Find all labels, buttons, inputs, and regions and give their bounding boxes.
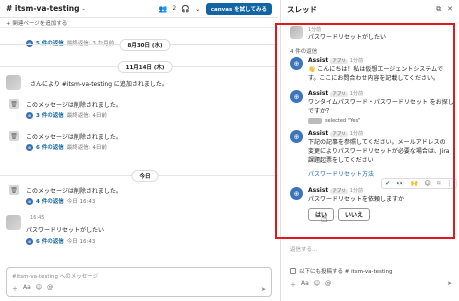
user-name[interactable] [26, 214, 28, 221]
thread-composer[interactable]: 返信する... 以下にも投稿する # itsm-va-testing ＋ Aa … [287, 242, 454, 292]
channel-tools: 👥 2 🎧 ⌄ canvas を試してみる [159, 2, 272, 15]
reply-avatar-icon: ⊕ [26, 143, 33, 151]
canvas-button[interactable]: canvas を試してみる [205, 2, 272, 15]
emoji-icon[interactable]: ☺ [36, 284, 42, 293]
thread-title: スレッド [287, 4, 317, 14]
trash-icon: 🗑 [9, 185, 19, 195]
avatar[interactable] [6, 75, 21, 90]
message-list: ⊕ 5 件の返信 最終返信: 3 か月前 8月30日 (水) 11月14日 (木… [0, 29, 278, 265]
thread-reply-link[interactable]: ⊕ 6 件の返信 最終返信: 4日前 [26, 143, 107, 151]
format-icon[interactable]: Aa [301, 280, 309, 289]
deleted-message: このメッセージは削除されました。 [26, 188, 122, 195]
thread-reply-link[interactable]: ⊕ 5 件の返信 最終返信: 3 か月前 [26, 39, 114, 47]
plus-icon[interactable]: ＋ [12, 284, 18, 293]
plus-icon[interactable]: ＋ [290, 280, 296, 289]
message-composer[interactable]: #itsm-va-testing へのメッセージ ＋ Aa ☺ @ ➤ [6, 267, 272, 297]
message-meta: 16:45 [26, 214, 44, 221]
highlight-box [275, 23, 455, 239]
reply-avatar-icon: ⊕ [26, 197, 33, 205]
reply-avatar-icon: ⊕ [26, 39, 33, 47]
send-icon[interactable]: ➤ [261, 286, 266, 293]
message-text: パスワードリセットがしたい [26, 227, 105, 234]
send-icon[interactable]: ➤ [447, 280, 452, 287]
thread-header: スレッド ⧉ ✕ [281, 0, 459, 18]
reply-avatar-icon: ⊕ [26, 111, 33, 119]
reply-avatar-icon: ⊕ [26, 237, 33, 245]
trash-icon: 🗑 [9, 131, 19, 141]
avatar[interactable] [6, 215, 21, 230]
channel-title[interactable]: # itsm-va-testing [6, 4, 80, 13]
thread-reply-link[interactable]: ⊕ 6 件の返信 今日 16:43 [26, 237, 95, 245]
date-divider[interactable]: 11月14日 (木) [117, 61, 173, 73]
headphones-icon[interactable]: 🎧 [181, 5, 190, 13]
also-send-checkbox[interactable]: 以下にも投稿する # itsm-va-testing [290, 267, 393, 275]
chevron-down-icon[interactable]: ⌄ [195, 5, 201, 13]
popout-icon[interactable]: ⧉ [436, 5, 441, 14]
mention-icon[interactable]: @ [325, 280, 331, 289]
deleted-message: このメッセージは削除されました。 [26, 102, 122, 109]
checkbox-icon[interactable] [290, 268, 296, 274]
add-bookmark-link[interactable]: + 関連ページを追加する [6, 19, 67, 27]
member-count[interactable]: 2 [172, 5, 176, 12]
members-icon[interactable]: 👥 [159, 5, 168, 13]
thread-reply-link[interactable]: ⊕ 3 件の返信 最終返信: 4日前 [26, 111, 107, 119]
deleted-message: このメッセージは削除されました。 [26, 134, 122, 141]
thread-tools: ⧉ ✕ [436, 5, 453, 14]
reply-input[interactable]: 返信する... [287, 242, 454, 256]
channel-header: # itsm-va-testing ⌄ 👥 2 🎧 ⌄ canvas を試してみ… [0, 0, 278, 18]
composer-placeholder: #itsm-va-testing へのメッセージ [12, 274, 99, 280]
close-icon[interactable]: ✕ [447, 5, 453, 14]
bookmark-bar: + 関連ページを追加する [0, 18, 278, 28]
date-divider[interactable]: 今日 [131, 170, 159, 182]
chevron-down-icon[interactable]: ⌄ [82, 6, 86, 12]
composer-tools: ＋ Aa ☺ @ [290, 280, 331, 289]
message-text: さんにより #itsm-va-testing に追加されました。 [30, 81, 168, 88]
thread-reply-link[interactable]: ⊕ 4 件の返信 今日 16:43 [26, 197, 95, 205]
mention-icon[interactable]: @ [47, 284, 53, 293]
emoji-icon[interactable]: ☺ [314, 280, 320, 289]
date-divider[interactable]: 8月30日 (水) [119, 39, 171, 51]
trash-icon: 🗑 [9, 99, 19, 109]
channel-pane: # itsm-va-testing ⌄ 👥 2 🎧 ⌄ canvas を試してみ… [0, 0, 278, 301]
composer-tools: ＋ Aa ☺ @ [12, 284, 53, 293]
format-icon[interactable]: Aa [23, 284, 31, 293]
